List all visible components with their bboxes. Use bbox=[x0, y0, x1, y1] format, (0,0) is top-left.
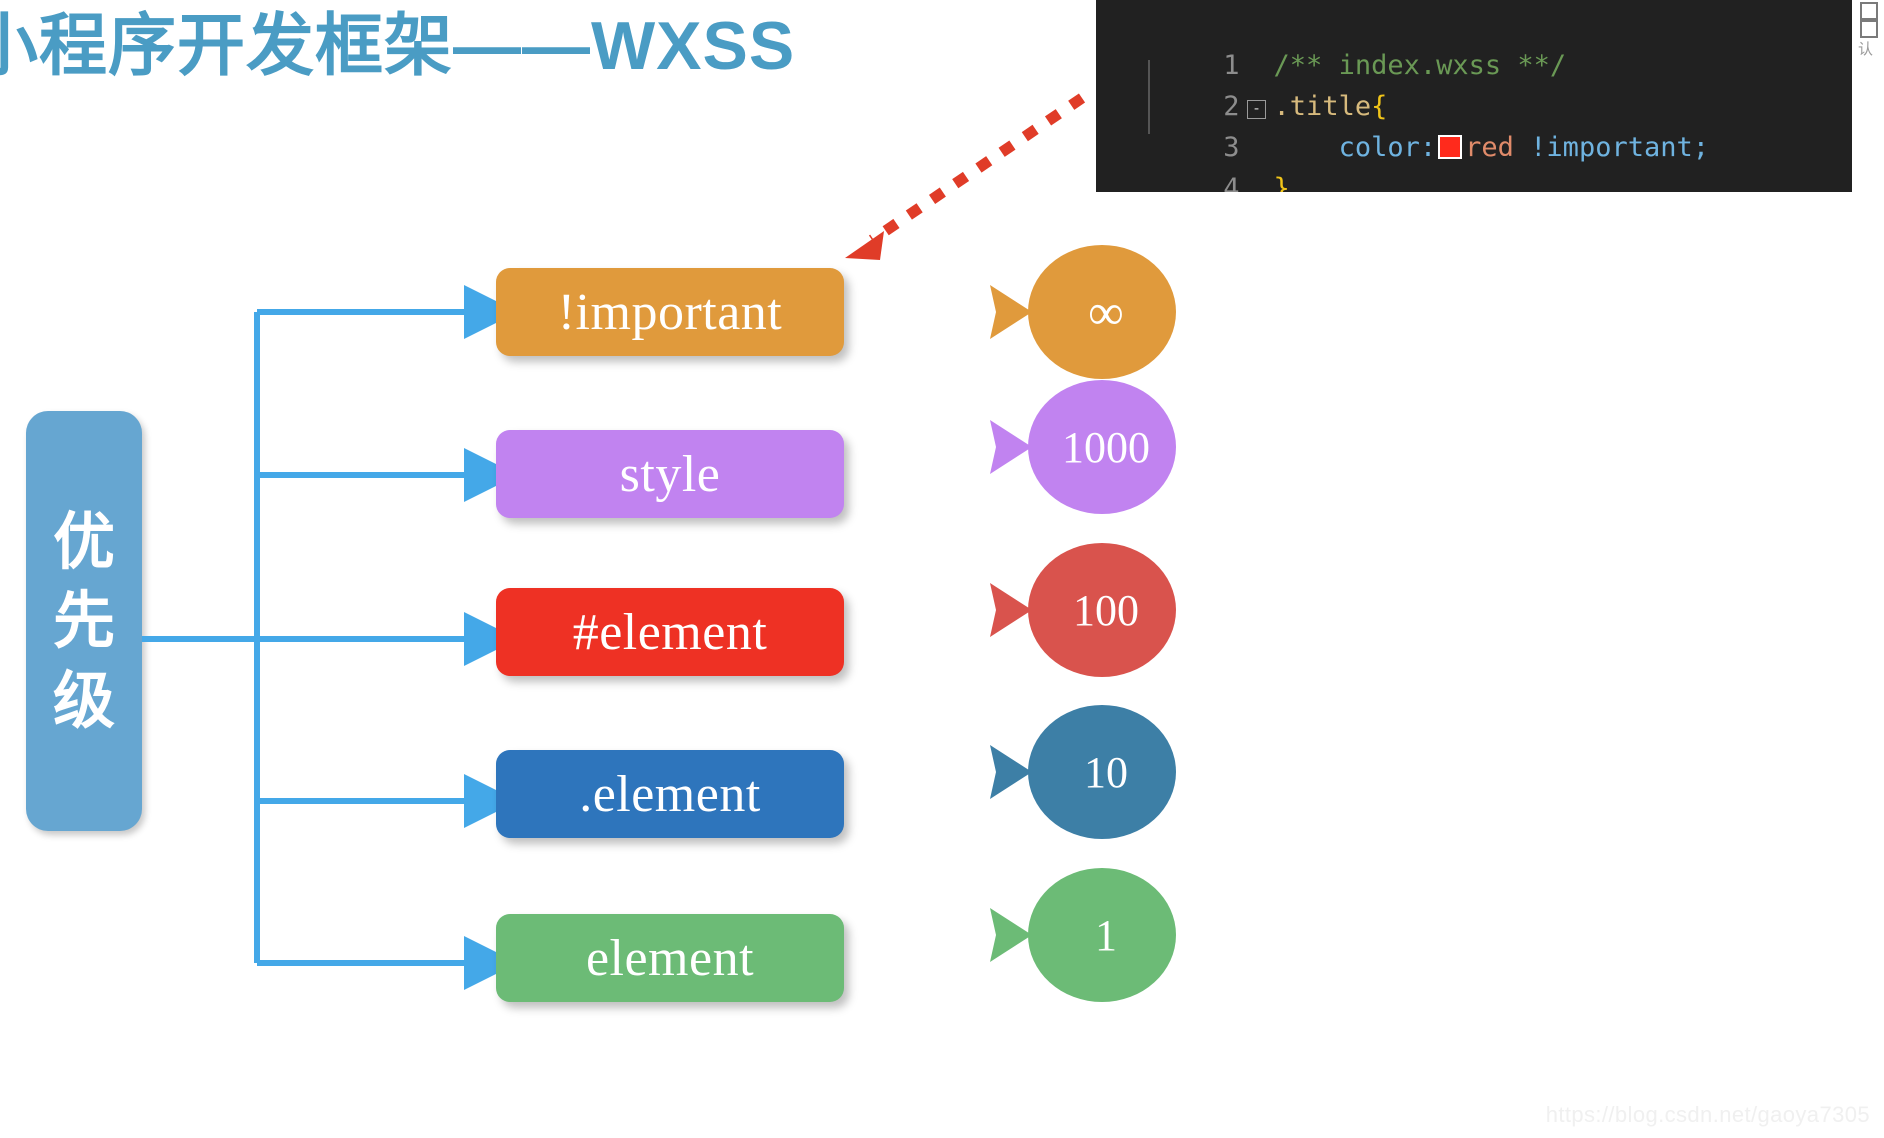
rule-label: #element bbox=[572, 603, 768, 661]
weight-value: 1000 bbox=[1062, 422, 1150, 472]
partial-ui-label: 认 bbox=[1858, 40, 1874, 58]
watermark: https://blog.csdn.net/gaoya7305 bbox=[1545, 1102, 1870, 1127]
rule-label: style bbox=[619, 445, 721, 503]
priority-label-box: 优 先 级 bbox=[26, 411, 142, 831]
code-line-3: 3 color: red !important; bbox=[1096, 86, 1852, 163]
weight-value: 100 bbox=[1073, 585, 1139, 635]
weight-bubble-element: 1 bbox=[980, 868, 1180, 1002]
page-title: 小程序开发框架——WXSS bbox=[0, 8, 796, 84]
slide-canvas: 小程序开发框架——WXSS 1/** index.wxss **/ 2- .tit… bbox=[0, 0, 1884, 1138]
rule-box-element[interactable]: element bbox=[496, 914, 844, 1002]
weight-value: ∞ bbox=[1088, 284, 1124, 340]
annotation-arrow bbox=[845, 93, 1086, 260]
rule-box-important[interactable]: !important bbox=[496, 268, 844, 356]
priority-char-2: 先 bbox=[52, 584, 115, 658]
rule-box-id[interactable]: #element bbox=[496, 588, 844, 676]
weight-bubble-id: 100 bbox=[980, 543, 1180, 677]
weight-bubble-style: 1000 bbox=[980, 380, 1180, 514]
code-panel: 1/** index.wxss **/ 2- .title{ 3 color: re… bbox=[1096, 0, 1852, 192]
priority-char-3: 级 bbox=[52, 663, 115, 737]
rule-box-style[interactable]: style bbox=[496, 430, 844, 518]
restore-window-icon[interactable] bbox=[1860, 2, 1878, 20]
rule-label: !important bbox=[557, 283, 783, 341]
weight-value: 1 bbox=[1095, 910, 1117, 960]
weight-value: 10 bbox=[1084, 747, 1128, 797]
priority-char-1: 优 bbox=[52, 504, 115, 578]
rule-label: element bbox=[585, 929, 755, 987]
rule-box-class[interactable]: .element bbox=[496, 750, 844, 838]
weight-bubble-class: 10 bbox=[980, 705, 1180, 839]
code-token-close-brace: } bbox=[1273, 173, 1290, 192]
code-line-1: 1/** index.wxss **/ bbox=[1096, 0, 1852, 81]
code-line-2: 2- .title{ bbox=[1096, 45, 1852, 122]
code-line-4: 4} bbox=[1096, 127, 1852, 192]
line-number: 4 bbox=[1223, 173, 1240, 192]
weight-bubble-important: ∞ bbox=[980, 245, 1180, 379]
maximize-window-icon[interactable] bbox=[1860, 20, 1878, 38]
rule-label: .element bbox=[579, 765, 761, 823]
window-controls[interactable]: 认 bbox=[1852, 0, 1884, 58]
